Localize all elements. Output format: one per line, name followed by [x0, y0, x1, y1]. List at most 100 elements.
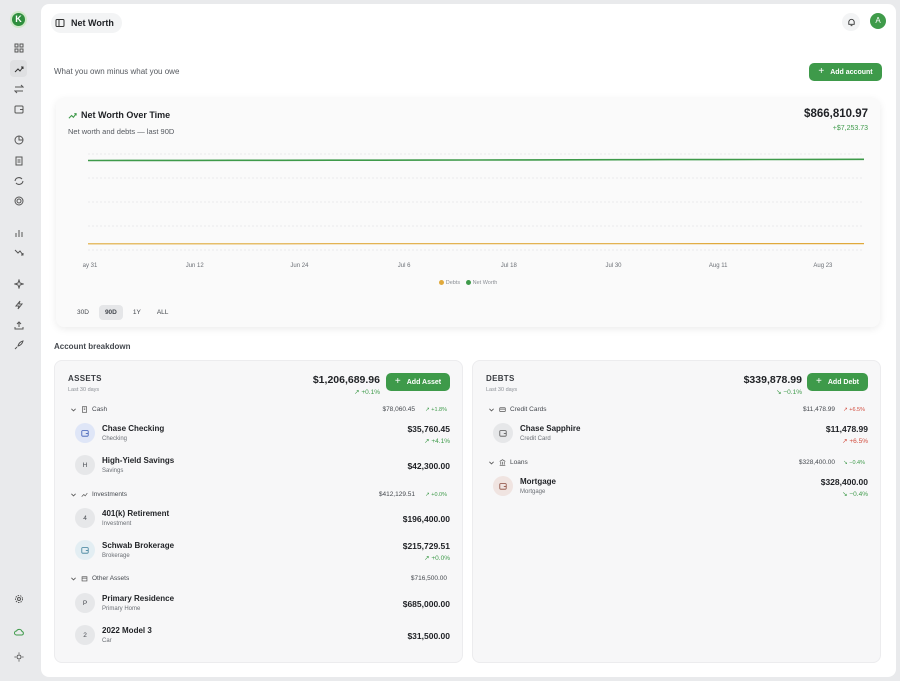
account-change: ↗ +0.0% [424, 555, 450, 562]
rocket-icon[interactable] [10, 336, 27, 353]
add-account-label: Add account [830, 68, 873, 76]
range-1y[interactable]: 1Y [127, 305, 147, 320]
trending-down-icon[interactable] [10, 244, 27, 261]
notifications-button[interactable] [842, 13, 860, 31]
group-other-assets[interactable]: Other Assets [70, 575, 129, 582]
account-balance: $328,400.00 [820, 477, 868, 487]
account-icon [493, 476, 513, 496]
plus-icon: + [816, 376, 822, 387]
group-loans[interactable]: Loans [488, 459, 528, 466]
app-logo[interactable]: K [10, 11, 27, 28]
upload-icon[interactable] [10, 316, 27, 333]
account-icon [75, 423, 95, 443]
assets-heading: ASSETS [68, 374, 102, 383]
account-row[interactable]: Chase Checking Checking $35,760.45 ↗ +4.… [75, 421, 450, 447]
chevron-down-icon [71, 577, 76, 581]
range-selector: 30D 90D 1Y ALL [71, 305, 174, 320]
sidebar-toggle-icon[interactable] [55, 18, 65, 28]
wallet-icon [499, 483, 507, 490]
page-title-pill[interactable]: Net Worth [51, 13, 122, 33]
series-line-net-worth[interactable] [87, 158, 865, 162]
bar-chart-icon[interactable] [10, 224, 27, 241]
account-name: Primary Residence [102, 594, 175, 603]
account-row[interactable]: Schwab Brokerage Brokerage $215,729.51 ↗… [75, 538, 450, 564]
credit-card-icon [499, 407, 506, 412]
group-change: ↗ +6.5% [843, 407, 865, 413]
group-total: $328,400.00 [798, 459, 835, 466]
chevron-down-icon [489, 408, 494, 412]
account-change: ↘ −0.4% [842, 491, 868, 498]
top-bar: Net Worth A [41, 4, 896, 40]
account-icon [493, 423, 513, 443]
account-row[interactable]: Chase Sapphire Credit Card $11,478.99 ↗ … [493, 421, 868, 447]
account-type: Credit Card [520, 436, 551, 442]
page-title: Net Worth [71, 18, 114, 28]
dashboard-icon[interactable] [10, 39, 27, 56]
range-all[interactable]: ALL [151, 305, 175, 320]
account-change: ↗ +6.5% [842, 438, 868, 445]
building-icon [82, 406, 87, 413]
page-subtitle: What you own minus what you owe [54, 67, 180, 76]
wallet-icon[interactable] [10, 100, 27, 117]
assets-total: $1,206,689.96 [312, 374, 380, 386]
group-change: ↗ +0.0% [425, 492, 447, 498]
account-type: Savings [102, 468, 124, 474]
x-tick-label: Aug 23 [813, 263, 833, 269]
assets-panel: ASSETS Last 30 days $1,206,689.96 ↗ +0.1… [54, 360, 463, 663]
receipt-icon[interactable] [10, 152, 27, 169]
account-row[interactable]: 2 2022 Model 3 Car $31,500.00 [75, 623, 450, 649]
debts-panel: DEBTS Last 30 days $339,878.99 ↘ −0.1% +… [472, 360, 881, 663]
account-icon [75, 540, 95, 560]
transfer-icon[interactable] [10, 80, 27, 97]
wallet-icon [81, 547, 89, 554]
account-type: Brokerage [102, 553, 130, 559]
group-investments[interactable]: Investments [70, 491, 127, 498]
sun-icon[interactable] [10, 648, 27, 665]
account-name: 401(k) Retirement [102, 509, 170, 518]
account-row[interactable]: 4 401(k) Retirement Investment $196,400.… [75, 506, 450, 532]
account-balance: $685,000.00 [402, 599, 450, 609]
add-asset-button[interactable]: + Add Asset [386, 373, 450, 391]
account-balance: $31,500.00 [407, 631, 450, 641]
account-name: Mortgage [520, 477, 556, 486]
account-row[interactable]: Mortgage Mortgage $328,400.00 ↘ −0.4% [493, 474, 868, 500]
avatar[interactable]: A [870, 13, 886, 29]
group-total: $78,060.45 [382, 406, 415, 413]
range-30d[interactable]: 30D [71, 305, 95, 320]
group-label: Other Assets [92, 575, 130, 582]
add-debt-button[interactable]: + Add Debt [807, 373, 868, 391]
wallet-icon [499, 430, 507, 437]
add-debt-label: Add Debt [827, 378, 859, 386]
group-total: $716,500.00 [410, 575, 447, 582]
pie-chart-icon[interactable] [10, 131, 27, 148]
legend-item-net-worth[interactable]: Net Worth [465, 280, 497, 286]
group-credit-cards[interactable]: Credit Cards [488, 406, 546, 413]
trending-up-icon[interactable] [10, 60, 27, 77]
group-cash[interactable]: Cash [70, 406, 107, 413]
group-label: Credit Cards [510, 406, 547, 413]
account-type: Car [102, 638, 112, 644]
bank-icon [499, 459, 506, 466]
range-90d[interactable]: 90D [98, 305, 123, 320]
settings-icon[interactable] [10, 590, 27, 607]
add-account-button[interactable]: + Add account [809, 63, 882, 81]
account-balance: $215,729.51 [402, 541, 450, 551]
account-row[interactable]: H High-Yield Savings Savings $42,300.00 [75, 453, 450, 479]
account-type: Primary Home [102, 606, 141, 612]
breakdown-title: Account breakdown [54, 342, 131, 351]
cloud-icon[interactable] [10, 623, 27, 640]
account-change: ↗ +4.1% [424, 438, 450, 445]
plus-icon: + [394, 376, 401, 387]
account-row[interactable]: P Primary Residence Primary Home $685,00… [75, 591, 450, 617]
net-worth-line-chart[interactable]: ay 31 Jun 12 Jun 24 Jul 6 Jul 18 Jul 30 Aug 11… [56, 98, 880, 298]
zap-icon[interactable] [10, 296, 27, 313]
sparkle-icon[interactable] [10, 275, 27, 292]
legend-item-debts[interactable]: Debts [438, 280, 460, 286]
x-tick-label: Jul 18 [501, 263, 518, 269]
repeat-icon[interactable] [10, 172, 27, 189]
target-icon[interactable] [10, 192, 27, 209]
debts-heading: DEBTS [486, 374, 515, 383]
net-worth-chart-card: Net Worth Over Time Net worth and debts … [56, 98, 880, 327]
account-type: Investment [102, 521, 132, 527]
account-name: Chase Checking [102, 424, 165, 433]
